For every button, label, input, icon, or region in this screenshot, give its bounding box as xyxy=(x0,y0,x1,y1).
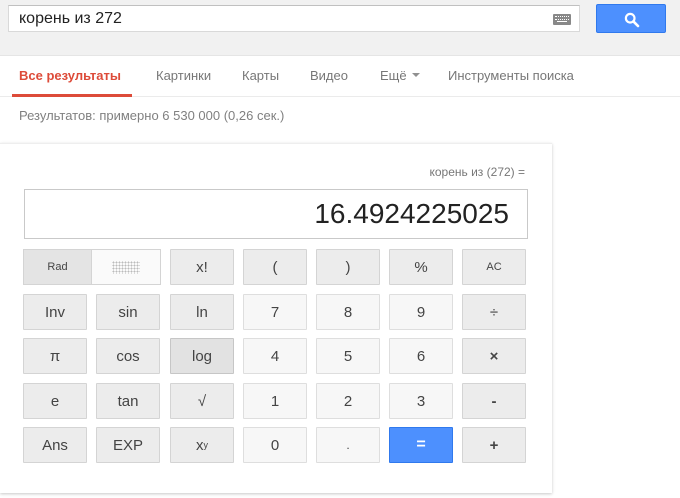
power-exponent-label: y xyxy=(203,440,209,450)
tab-video[interactable]: Видео xyxy=(310,68,348,83)
calculator-card: корень из (272) = 16.4924225025 Rad x! (… xyxy=(0,143,552,493)
dots-icon xyxy=(112,260,140,274)
search-input[interactable] xyxy=(19,9,539,29)
calculator-expression: корень из (272) = xyxy=(429,165,525,179)
exp-button[interactable]: EXP xyxy=(96,427,160,463)
digit-9-button[interactable]: 9 xyxy=(389,294,453,330)
tab-maps[interactable]: Карты xyxy=(242,68,279,83)
open-paren-button[interactable]: ( xyxy=(243,249,307,285)
power-base-label: x xyxy=(196,436,204,454)
factorial-button[interactable]: x! xyxy=(170,249,234,285)
pi-button[interactable]: π xyxy=(23,338,87,374)
clear-button[interactable]: AC xyxy=(462,249,526,285)
rad-button[interactable]: Rad xyxy=(24,250,91,284)
sin-button[interactable]: sin xyxy=(96,294,160,330)
decimal-point-button[interactable]: . xyxy=(316,427,380,463)
divide-button[interactable]: ÷ xyxy=(462,294,526,330)
percent-button[interactable]: % xyxy=(389,249,453,285)
close-paren-button[interactable]: ) xyxy=(316,249,380,285)
keyboard-icon[interactable] xyxy=(553,14,571,25)
search-tabs: Все результаты Картинки Карты Видео Ещё … xyxy=(0,56,680,97)
power-button[interactable]: xy xyxy=(170,427,234,463)
digit-2-button[interactable]: 2 xyxy=(316,383,380,419)
chevron-down-icon xyxy=(411,72,420,77)
digit-8-button[interactable]: 8 xyxy=(316,294,380,330)
tab-images[interactable]: Картинки xyxy=(156,68,211,83)
search-button[interactable] xyxy=(596,4,666,33)
e-button[interactable]: e xyxy=(23,383,87,419)
tab-more[interactable]: Ещё xyxy=(380,68,420,83)
digit-4-button[interactable]: 4 xyxy=(243,338,307,374)
search-box[interactable] xyxy=(8,5,580,32)
digit-3-button[interactable]: 3 xyxy=(389,383,453,419)
angle-mode-toggle: Rad xyxy=(23,249,161,285)
digit-7-button[interactable]: 7 xyxy=(243,294,307,330)
digit-1-button[interactable]: 1 xyxy=(243,383,307,419)
digit-6-button[interactable]: 6 xyxy=(389,338,453,374)
sqrt-button[interactable]: √ xyxy=(170,383,234,419)
deg-button[interactable] xyxy=(91,250,160,284)
plus-button[interactable]: + xyxy=(462,427,526,463)
calculator-display: 16.4924225025 xyxy=(24,189,528,239)
search-header xyxy=(0,0,680,56)
search-icon xyxy=(624,12,640,28)
ans-button[interactable]: Ans xyxy=(23,427,87,463)
calculator-result: 16.4924225025 xyxy=(314,198,509,229)
active-tab-indicator xyxy=(12,94,132,97)
equals-button[interactable]: = xyxy=(389,427,453,463)
ln-button[interactable]: ln xyxy=(170,294,234,330)
tab-search-tools[interactable]: Инструменты поиска xyxy=(448,68,574,83)
tan-button[interactable]: tan xyxy=(96,383,160,419)
tab-all-results[interactable]: Все результаты xyxy=(19,68,121,83)
tab-more-label: Ещё xyxy=(380,68,407,83)
multiply-button[interactable]: × xyxy=(462,338,526,374)
log-button[interactable]: log xyxy=(170,338,234,374)
minus-button[interactable]: - xyxy=(462,383,526,419)
cos-button[interactable]: cos xyxy=(96,338,160,374)
inv-button[interactable]: Inv xyxy=(23,294,87,330)
digit-0-button[interactable]: 0 xyxy=(243,427,307,463)
digit-5-button[interactable]: 5 xyxy=(316,338,380,374)
results-stats: Результатов: примерно 6 530 000 (0,26 се… xyxy=(19,108,285,123)
